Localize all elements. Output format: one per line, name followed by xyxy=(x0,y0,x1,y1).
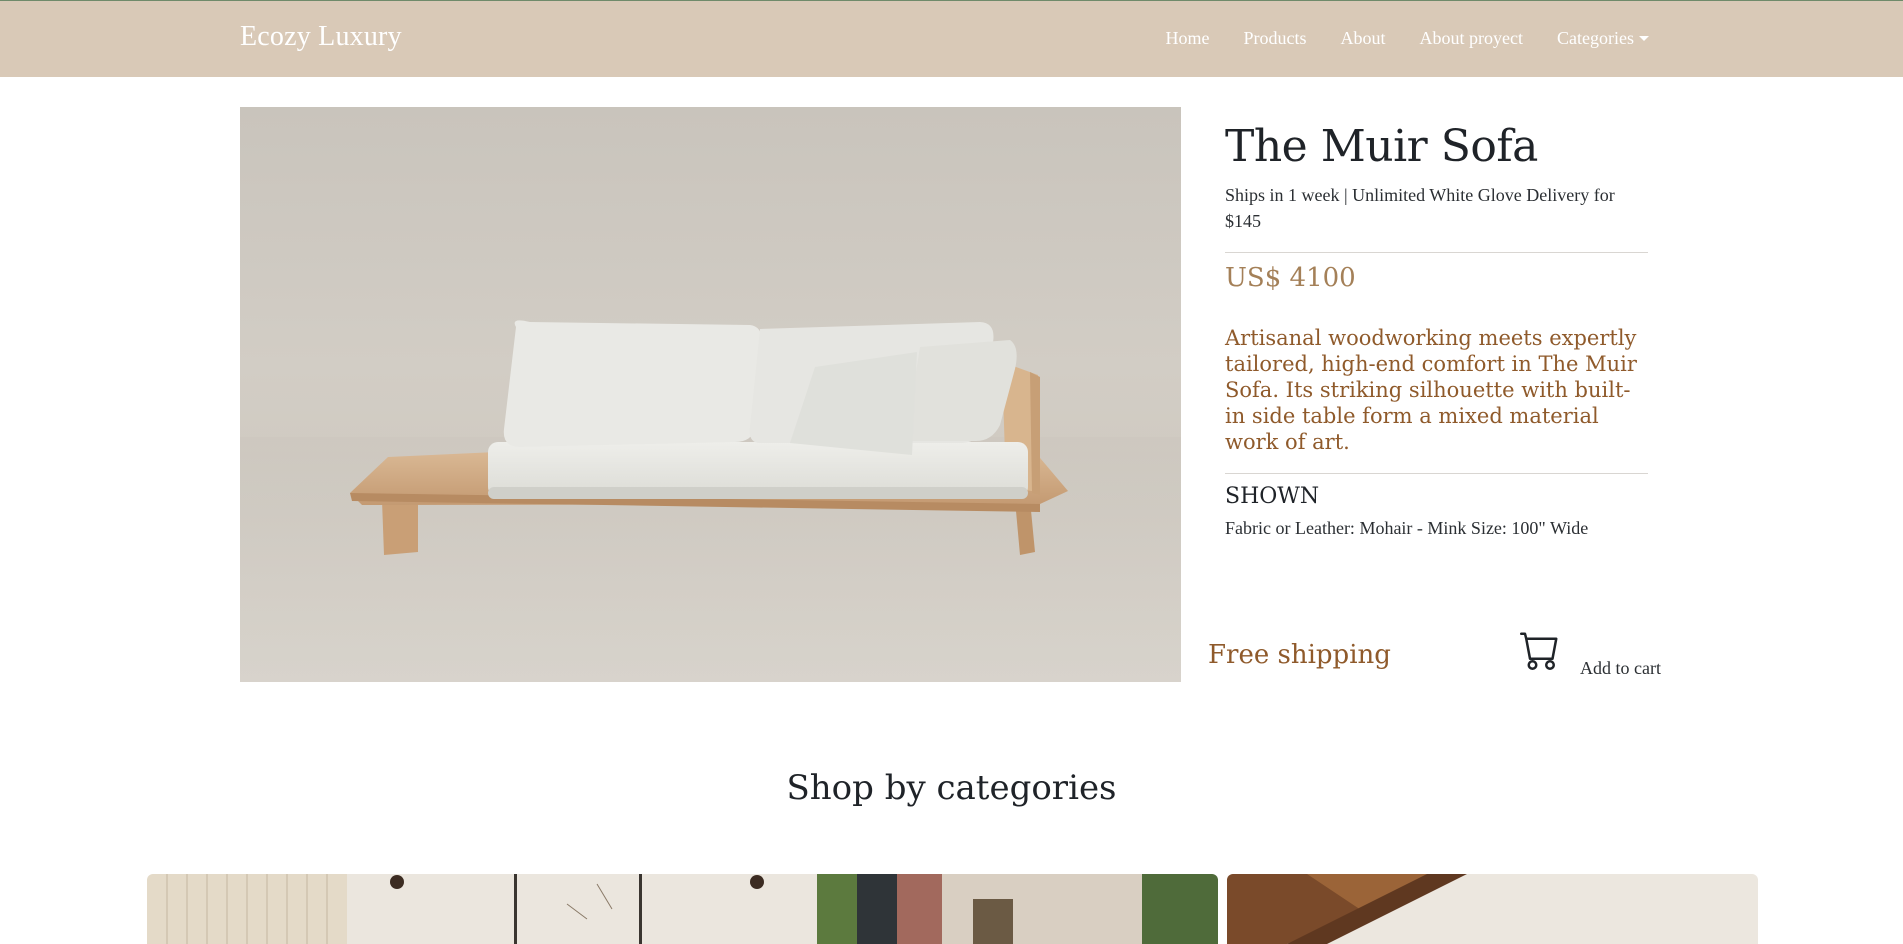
add-to-cart-label: Add to cart xyxy=(1580,658,1661,678)
nav-link-products[interactable]: Products xyxy=(1227,28,1324,49)
shipping-note: Ships in 1 week | Unlimited White Glove … xyxy=(1225,185,1615,231)
caret-down-icon xyxy=(1639,36,1649,41)
shown-detail: Fabric or Leather: Mohair - Mink Size: 1… xyxy=(1225,518,1589,538)
product-details: The Muir Sofa Ships in 1 week | Unlimite… xyxy=(1225,107,1648,539)
nav-dropdown-categories[interactable]: Categories xyxy=(1540,28,1649,49)
divider xyxy=(1225,473,1648,474)
category-image xyxy=(147,874,1218,944)
category-image xyxy=(1227,874,1758,944)
add-to-cart-button[interactable]: Add to cart xyxy=(1520,630,1670,680)
product-title: The Muir Sofa xyxy=(1225,121,1538,172)
nav-links: Home Products About About proyect Catego… xyxy=(1149,28,1649,49)
categories-heading: Shop by categories xyxy=(786,768,1117,808)
nav-link-about-proyect[interactable]: About proyect xyxy=(1403,28,1540,49)
categories-label: Categories xyxy=(1557,28,1634,48)
nav-link-home[interactable]: Home xyxy=(1149,28,1227,49)
shown-heading: SHOWN xyxy=(1225,484,1320,509)
category-card[interactable] xyxy=(1227,874,1758,944)
navbar: Ecozy Luxury Home Products About About p… xyxy=(0,0,1903,77)
free-shipping-label: Free shipping xyxy=(1208,640,1391,670)
nav-link-about[interactable]: About xyxy=(1324,28,1403,49)
product-image xyxy=(240,107,1181,682)
product-price: US$ 4100 xyxy=(1225,263,1356,293)
category-card[interactable] xyxy=(147,874,1218,944)
divider xyxy=(1225,252,1648,253)
cart-icon xyxy=(1520,632,1558,670)
product-description: Artisanal woodworking meets expertly tai… xyxy=(1225,326,1637,454)
brand-logo[interactable]: Ecozy Luxury xyxy=(240,21,402,53)
